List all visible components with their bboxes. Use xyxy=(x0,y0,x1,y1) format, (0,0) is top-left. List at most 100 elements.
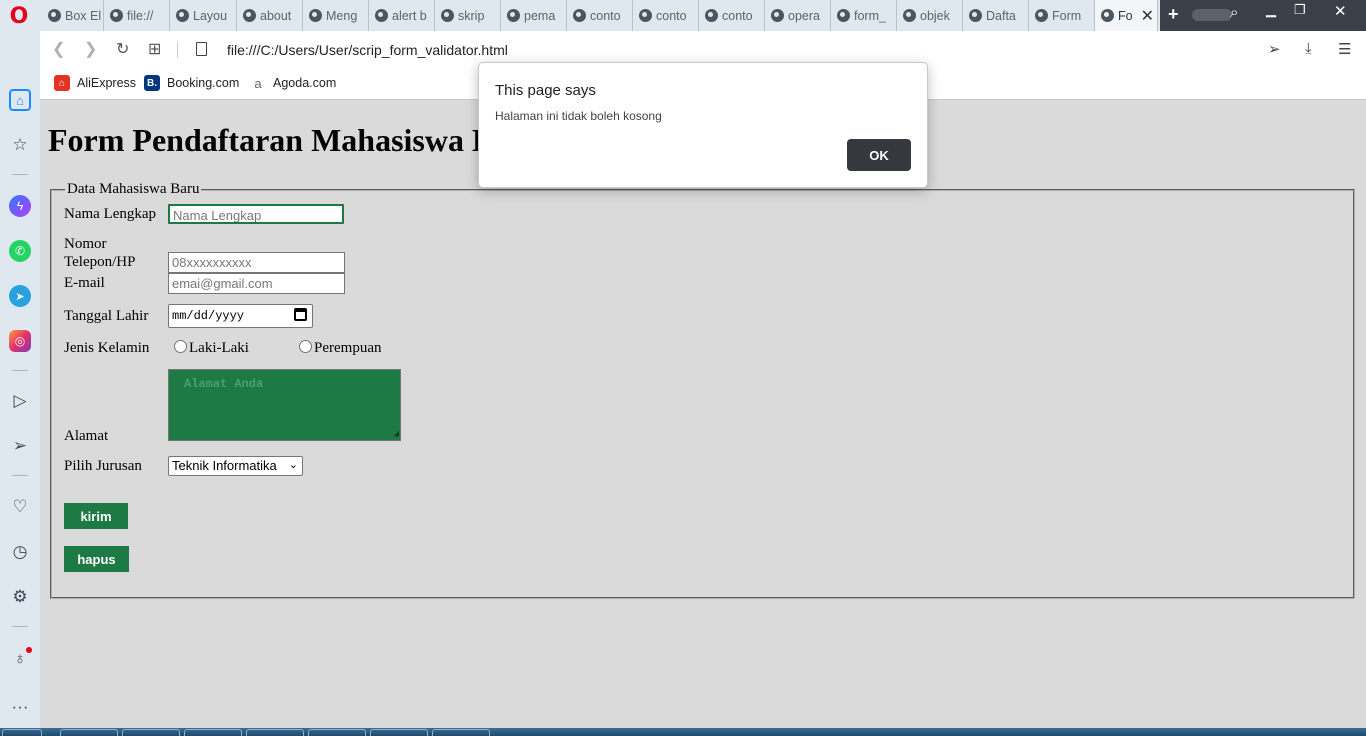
tab-label: Dafta xyxy=(986,8,1016,23)
instagram-icon[interactable]: ◎ xyxy=(9,330,31,352)
sidebar-divider xyxy=(12,626,28,627)
kirim-button[interactable]: kirim xyxy=(64,503,128,529)
back-icon[interactable]: ❮ xyxy=(52,39,65,59)
bookmark-agoda[interactable]: a Agoda.com xyxy=(250,75,336,91)
new-tab-icon[interactable]: + xyxy=(1168,4,1179,25)
history-clock-icon[interactable]: ◷ xyxy=(9,541,31,563)
browser-tab[interactable]: form_ xyxy=(831,0,897,31)
opera-logo-icon[interactable]: O xyxy=(8,6,30,29)
easy-setup-icon[interactable]: ☰ xyxy=(1338,40,1351,58)
forward-icon[interactable]: ❯ xyxy=(84,39,97,59)
messenger-icon[interactable]: ϟ xyxy=(9,195,31,217)
calendar-icon[interactable] xyxy=(294,308,307,321)
taskbar-item[interactable] xyxy=(246,729,304,736)
taskbar-item[interactable] xyxy=(370,729,428,736)
taskbar-item[interactable] xyxy=(432,729,490,736)
globe-icon xyxy=(309,9,322,22)
os-taskbar xyxy=(0,728,1366,736)
sidebar: ⌂ ☆ ϟ ✆ ➤ ◎ ▷ ➢ ♡ ◷ ⚙ ♁ ··· xyxy=(0,31,40,728)
send-icon[interactable]: ➢ xyxy=(9,435,31,457)
chevron-down-icon: ⌄ xyxy=(288,459,298,471)
minimize-icon[interactable]: ▁ xyxy=(1266,2,1276,18)
browser-tab[interactable]: Fo ✕ xyxy=(1095,0,1158,31)
browser-tab[interactable]: Box El xyxy=(42,0,104,31)
tab-search-icon[interactable]: ⌕ xyxy=(1230,4,1238,21)
radio-label-perempuan: Perempuan xyxy=(314,340,382,356)
tanggal-input[interactable]: mm/dd/yyyy xyxy=(168,304,313,328)
radio-label-laki-laki: Laki-Laki xyxy=(189,340,249,356)
taskbar-item[interactable] xyxy=(60,729,118,736)
tab-label: alert b xyxy=(392,8,427,23)
fieldset-legend: Data Mahasiswa Baru xyxy=(65,181,202,198)
nama-label: Nama Lengkap xyxy=(64,206,157,222)
tab-label: Meng xyxy=(326,8,358,23)
jurusan-select[interactable]: Teknik Informatika ⌄ xyxy=(168,456,303,476)
tab-label: Form xyxy=(1052,8,1082,23)
close-tab-icon[interactable]: ✕ xyxy=(1141,6,1154,26)
tips-lightbulb-icon[interactable]: ♁ xyxy=(9,647,32,670)
browser-tab[interactable]: objek xyxy=(897,0,963,31)
globe-icon xyxy=(441,9,454,22)
tab-label: Fo xyxy=(1118,8,1133,23)
booking-icon: B. xyxy=(144,75,160,91)
globe-icon xyxy=(1101,9,1114,22)
dialog-message: Halaman ini tidak boleh kosong xyxy=(495,109,662,123)
alamat-textarea[interactable]: Alamat Anda ◢ xyxy=(168,369,401,441)
bookmark-aliexpress[interactable]: ⌂ AliExpress xyxy=(54,75,136,91)
alamat-placeholder: Alamat Anda xyxy=(184,377,264,391)
radio-laki-laki[interactable] xyxy=(174,340,187,353)
taskbar-item[interactable] xyxy=(308,729,366,736)
telepon-label-line2: Telepon/HP xyxy=(64,254,136,270)
more-options-icon[interactable]: ··· xyxy=(9,696,31,718)
globe-icon xyxy=(243,9,256,22)
globe-icon xyxy=(110,9,123,22)
bookmark-label: Agoda.com xyxy=(273,76,337,90)
browser-tab[interactable]: opera xyxy=(765,0,831,31)
flow-send-icon[interactable]: ➢ xyxy=(1268,40,1281,58)
globe-icon xyxy=(639,9,652,22)
tab-label: conto xyxy=(590,8,621,23)
sidebar-divider xyxy=(12,475,28,476)
taskbar-item[interactable] xyxy=(184,729,242,736)
settings-gear-icon[interactable]: ⚙ xyxy=(9,586,31,608)
browser-tab[interactable]: Dafta xyxy=(963,0,1029,31)
browser-tab[interactable]: Meng xyxy=(303,0,369,31)
maximize-icon[interactable]: ❐ xyxy=(1294,2,1306,18)
player-icon[interactable]: ▷ xyxy=(9,390,31,412)
browser-tab[interactable]: alert b xyxy=(369,0,435,31)
email-input[interactable]: emai@gmail.com xyxy=(168,273,345,294)
address-bar[interactable]: file:///C:/Users/User/scrip_form_validat… xyxy=(227,42,508,58)
bookmark-booking[interactable]: B. Booking.com xyxy=(144,75,239,91)
browser-tab[interactable]: file:// xyxy=(104,0,170,31)
telepon-label-line1: Nomor xyxy=(64,236,107,252)
download-icon[interactable]: ⤓ xyxy=(1305,40,1312,57)
tab-grid-icon[interactable]: ⊞ xyxy=(148,39,161,59)
close-window-icon[interactable]: ✕ xyxy=(1334,2,1347,20)
browser-tab[interactable]: skrip xyxy=(435,0,501,31)
browser-tab[interactable]: pema xyxy=(501,0,567,31)
reload-icon[interactable]: ↻ xyxy=(116,39,129,59)
bookmarks-heart-icon[interactable]: ♡ xyxy=(9,496,31,518)
globe-icon xyxy=(573,9,586,22)
globe-icon xyxy=(375,9,388,22)
whatsapp-icon[interactable]: ✆ xyxy=(9,240,31,262)
home-icon[interactable]: ⌂ xyxy=(9,89,31,111)
tab-label: Box El xyxy=(65,8,102,23)
browser-tab[interactable]: conto xyxy=(699,0,765,31)
browser-tab[interactable]: Form xyxy=(1029,0,1095,31)
taskbar-start[interactable] xyxy=(2,729,42,736)
resize-handle-icon[interactable]: ◢ xyxy=(394,430,399,439)
telepon-input[interactable]: 08xxxxxxxxxx xyxy=(168,252,345,273)
radio-perempuan[interactable] xyxy=(299,340,312,353)
dialog-ok-button[interactable]: OK xyxy=(847,139,911,171)
browser-tab[interactable]: conto xyxy=(633,0,699,31)
browser-tab[interactable]: conto xyxy=(567,0,633,31)
date-value: mm/dd/yyyy xyxy=(172,309,245,323)
hapus-button[interactable]: hapus xyxy=(64,546,129,572)
speed-dial-star-icon[interactable]: ☆ xyxy=(9,134,31,156)
browser-tab[interactable]: Layou xyxy=(170,0,237,31)
taskbar-item[interactable] xyxy=(122,729,180,736)
browser-tab[interactable]: about xyxy=(237,0,303,31)
telegram-icon[interactable]: ➤ xyxy=(9,285,31,307)
nama-input[interactable]: Nama Lengkap xyxy=(168,204,344,224)
